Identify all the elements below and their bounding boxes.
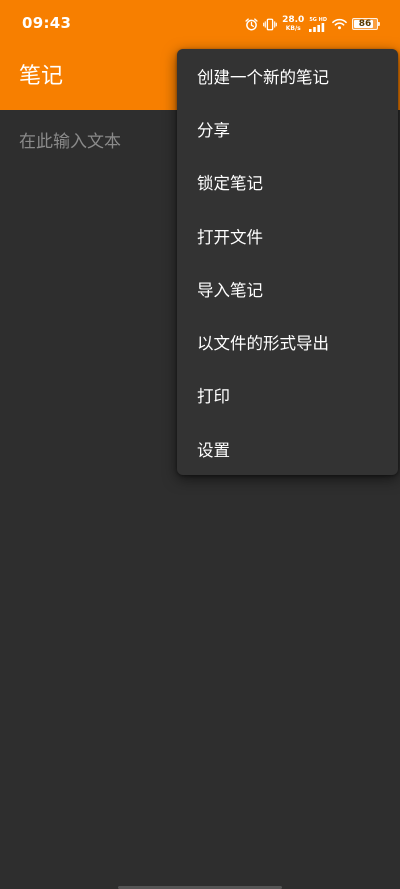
battery-icon: 86 <box>352 18 380 30</box>
status-time: 09:43 <box>22 14 72 32</box>
screen: 09:43 28.0 KB/s 5G HD 86 笔记 在此输入文本 创建一个新… <box>0 0 400 889</box>
menu-item-export-file[interactable]: 以文件的形式导出 <box>177 315 398 368</box>
overflow-menu: 创建一个新的笔记 分享 锁定笔记 打开文件 导入笔记 以文件的形式导出 打印 设… <box>177 49 398 475</box>
signal-indicator: 5G HD <box>309 17 327 32</box>
net-speed-value: 28.0 <box>282 15 305 25</box>
status-icons: 28.0 KB/s 5G HD 86 <box>245 14 380 34</box>
net-speed-indicator: 28.0 KB/s <box>282 15 305 33</box>
wifi-icon <box>332 18 347 30</box>
note-text-input[interactable]: 在此输入文本 <box>19 129 121 155</box>
signal-icon <box>309 22 325 32</box>
menu-item-lock-note[interactable]: 锁定笔记 <box>177 156 398 209</box>
app-title: 笔记 <box>19 64 64 89</box>
status-bar: 09:43 28.0 KB/s 5G HD 86 <box>0 0 400 48</box>
net-speed-unit: KB/s <box>285 25 301 32</box>
alarm-icon <box>245 17 258 31</box>
menu-item-share[interactable]: 分享 <box>177 102 398 155</box>
vibrate-icon <box>263 18 277 31</box>
battery-level: 86 <box>358 19 372 29</box>
menu-item-import-note[interactable]: 导入笔记 <box>177 262 398 315</box>
menu-item-new-note[interactable]: 创建一个新的笔记 <box>177 49 398 102</box>
menu-item-print[interactable]: 打印 <box>177 369 398 422</box>
menu-item-settings[interactable]: 设置 <box>177 422 398 475</box>
menu-item-open-file[interactable]: 打开文件 <box>177 209 398 262</box>
